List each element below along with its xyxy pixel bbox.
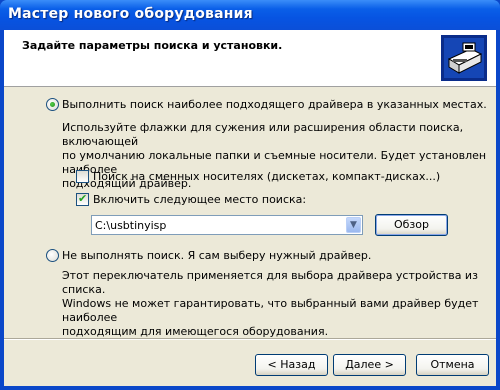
checkmark-icon: ✔: [78, 192, 88, 205]
chevron-down-icon[interactable]: ▼: [346, 217, 361, 233]
manual-option-radio[interactable]: [46, 249, 59, 262]
removable-media-label[interactable]: Поиск на сменных носителях (дискетах, ко…: [93, 170, 440, 183]
next-button[interactable]: Далее >: [333, 354, 406, 376]
manual-description-line: Windows не может гарантировать, что выбр…: [62, 297, 479, 324]
search-option-label[interactable]: Выполнить поиск наиболее подходящего дра…: [62, 98, 487, 111]
hardware-wizard-icon: [441, 35, 487, 81]
removable-media-checkbox[interactable]: [76, 170, 89, 183]
footer-divider: [4, 338, 496, 340]
manual-option-label[interactable]: Не выполнять поиск. Я сам выберу нужный …: [62, 249, 371, 262]
manual-option-description: Этот переключатель применяется для выбор…: [62, 269, 496, 339]
wizard-header: Задайте параметры поиска и установки.: [4, 30, 496, 87]
browse-button[interactable]: Обзор: [375, 214, 448, 236]
back-button[interactable]: < Назад: [255, 354, 328, 376]
include-location-label[interactable]: Включить следующее место поиска:: [93, 193, 306, 206]
window-title: Мастер нового оборудования: [8, 6, 253, 22]
search-path-combobox[interactable]: C:\usbtinyisp ▼: [91, 215, 363, 235]
wizard-window: Мастер нового оборудования Задайте парам…: [0, 0, 500, 390]
dialog-client-area: Задайте параметры поиска и установки. Вы…: [4, 30, 496, 386]
include-location-checkbox[interactable]: ✔: [76, 192, 89, 206]
search-option-radio[interactable]: [46, 98, 59, 111]
search-description-line: Используйте флажки для сужения или расши…: [62, 121, 464, 148]
cancel-button[interactable]: Отмена: [416, 354, 489, 376]
manual-description-line: подходящим для имеющегося оборудования.: [62, 325, 329, 338]
search-path-value[interactable]: C:\usbtinyisp: [95, 219, 166, 232]
header-heading: Задайте параметры поиска и установки.: [22, 39, 283, 52]
title-bar[interactable]: Мастер нового оборудования: [0, 0, 500, 30]
manual-description-line: Этот переключатель применяется для выбор…: [62, 269, 478, 296]
